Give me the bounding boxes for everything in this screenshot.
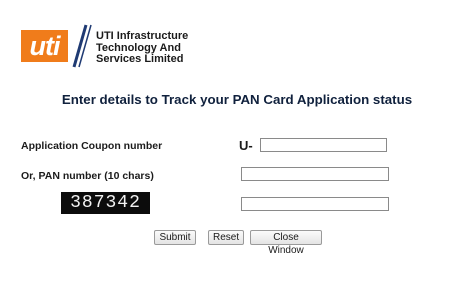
captcha-input[interactable] [241,197,389,211]
pan-label: Or, PAN number (10 chars) [21,170,154,182]
coupon-label: Application Coupon number [21,140,163,152]
logo-slash-icon [72,24,92,68]
uti-logo: uti [21,30,68,62]
submit-button[interactable]: Submit [154,230,196,245]
page-heading: Enter details to Track your PAN Card App… [61,92,413,107]
coupon-number-input[interactable] [260,138,387,152]
company-name-line-1: UTI Infrastructure [96,30,189,42]
reset-button[interactable]: Reset [208,230,244,245]
company-name-line-3: Services Limited [96,53,184,65]
company-name: UTI Infrastructure Technology And Servic… [96,30,189,66]
pan-number-input[interactable] [241,167,389,181]
captcha-image: 387342 [61,192,150,214]
coupon-prefix: U- [239,138,253,153]
close-window-button[interactable]: Close Window [250,230,322,256]
